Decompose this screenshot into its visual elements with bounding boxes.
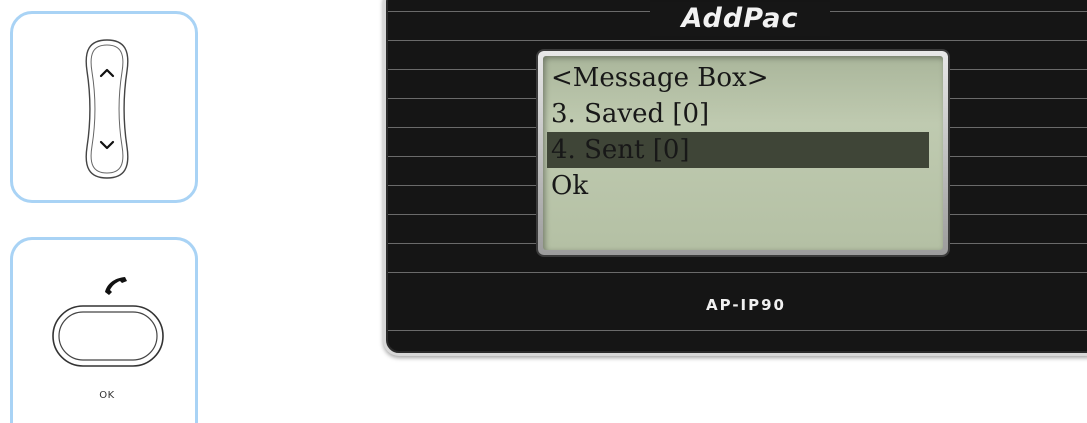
ok-label: OK <box>99 390 115 401</box>
phone-faceplate: AddPac <Message Box> 3. Saved [0] 4. Sen… <box>386 0 1087 353</box>
lcd-bezel: <Message Box> 3. Saved [0] 4. Sent [0] O… <box>538 51 948 255</box>
navigation-rocker-key[interactable] <box>78 37 136 181</box>
ok-button[interactable] <box>51 304 165 368</box>
model-label: AP-IP90 <box>705 296 786 314</box>
lcd-screen: <Message Box> 3. Saved [0] 4. Sent [0] O… <box>543 56 943 250</box>
chevron-down-icon <box>99 140 115 150</box>
down-button[interactable] <box>84 129 130 161</box>
chevron-up-icon <box>99 68 115 78</box>
ok-button-outline-icon <box>52 305 164 367</box>
ok-key-panel: OK <box>10 237 198 423</box>
lcd-menu-item-saved: 3. Saved [0] <box>551 99 710 129</box>
brand-logo: AddPac <box>650 2 830 36</box>
up-button[interactable] <box>84 57 130 89</box>
lcd-menu-title: <Message Box> <box>551 63 769 93</box>
navigation-key-panel <box>10 11 198 203</box>
lcd-menu-item-sent-selected: 4. Sent [0] <box>547 132 929 168</box>
handset-icon <box>105 277 127 295</box>
phone-display-frame: AddPac <Message Box> 3. Saved [0] 4. Sen… <box>383 0 1087 356</box>
lcd-softkey-ok: Ok <box>551 171 589 201</box>
